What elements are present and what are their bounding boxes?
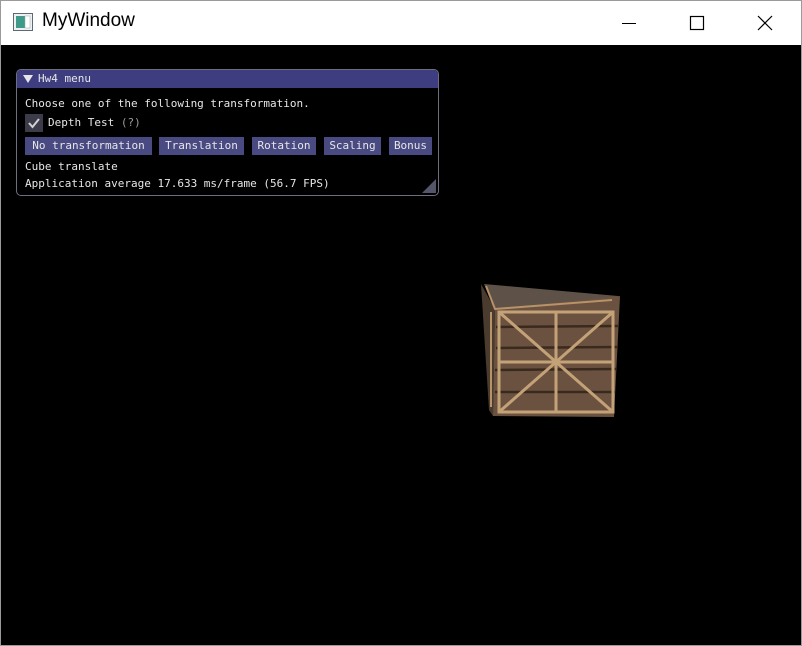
- depth-test-text: Depth Test: [48, 116, 115, 129]
- minimize-button[interactable]: [606, 1, 652, 45]
- application-window: MyWindow Hw4 menu Choose one of the foll…: [0, 0, 802, 646]
- close-icon: [757, 15, 773, 31]
- window-titlebar[interactable]: MyWindow: [1, 1, 801, 45]
- no-transformation-button[interactable]: No transformation: [25, 137, 152, 155]
- close-button[interactable]: [742, 1, 788, 45]
- depth-test-checkbox[interactable]: [25, 114, 43, 132]
- wooden-crate-cube: [481, 284, 620, 417]
- help-marker[interactable]: (?): [121, 116, 141, 129]
- menu-title: Hw4 menu: [38, 72, 91, 85]
- translation-button[interactable]: Translation: [159, 137, 244, 155]
- fps-text: Application average 17.633 ms/frame (56.…: [25, 177, 330, 190]
- maximize-button[interactable]: [674, 1, 720, 45]
- window-title: MyWindow: [42, 10, 135, 31]
- status-text: Cube translate: [25, 160, 118, 173]
- instruction-text: Choose one of the following transformati…: [25, 97, 310, 110]
- hw4-menu-panel: Hw4 menu Choose one of the following tra…: [16, 69, 439, 196]
- collapse-arrow-icon[interactable]: [23, 74, 33, 84]
- rotation-button[interactable]: Rotation: [252, 137, 316, 155]
- scaling-button[interactable]: Scaling: [324, 137, 381, 155]
- app-icon: [13, 13, 33, 31]
- resize-grip-icon[interactable]: [422, 179, 436, 193]
- depth-test-label: Depth Test (?): [48, 116, 141, 129]
- checkmark-icon: [28, 118, 40, 129]
- maximize-icon: [689, 15, 705, 31]
- bonus-button[interactable]: Bonus: [389, 137, 432, 155]
- minimize-icon: [622, 23, 636, 24]
- menu-title-bar[interactable]: Hw4 menu: [17, 70, 438, 88]
